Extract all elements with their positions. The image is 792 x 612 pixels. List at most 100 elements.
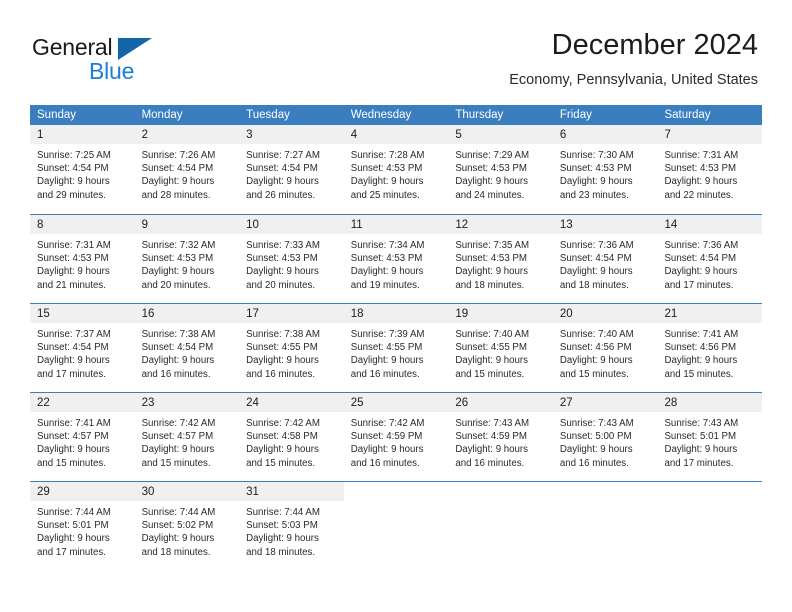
daylight-text-line2: and 18 minutes.: [455, 279, 525, 291]
day-cell[interactable]: 6 Sunrise: 7:30 AM Sunset: 4:53 PM Dayli…: [552, 125, 658, 214]
day-number-band: 31: [239, 482, 344, 501]
weekday-wednesday: Wednesday: [350, 109, 412, 121]
day-cell[interactable]: 26 Sunrise: 7:43 AM Sunset: 4:59 PM Dayl…: [448, 393, 553, 481]
day-cell[interactable]: 19 Sunrise: 7:40 AM Sunset: 4:55 PM Dayl…: [448, 304, 553, 392]
day-info: Sunrise: 7:28 AM Sunset: 4:53 PM Dayligh…: [344, 144, 449, 202]
day-cell[interactable]: 30 Sunrise: 7:44 AM Sunset: 5:02 PM Dayl…: [134, 482, 240, 570]
day-cell[interactable]: 16 Sunrise: 7:38 AM Sunset: 4:54 PM Dayl…: [134, 304, 240, 392]
day-cell[interactable]: 17 Sunrise: 7:38 AM Sunset: 4:55 PM Dayl…: [239, 304, 344, 392]
daylight-text-line1: Daylight: 9 hours: [141, 355, 215, 367]
sunrise-text: Sunrise: 7:25 AM: [37, 150, 111, 161]
sunrise-text: Sunrise: 7:28 AM: [350, 150, 425, 161]
sunrise-text: Sunrise: 7:33 AM: [246, 240, 320, 251]
day-cell[interactable]: 18 Sunrise: 7:39 AM Sunset: 4:55 PM Dayl…: [343, 304, 449, 392]
daylight-text-line2: and 16 minutes.: [350, 457, 420, 469]
daylight-text-line2: and 22 minutes.: [664, 189, 734, 201]
sunset-text: Sunset: 4:53 PM: [455, 163, 527, 175]
day-number-band: [657, 482, 762, 501]
weekday-saturday: Saturday: [664, 109, 711, 121]
day-info: Sunrise: 7:26 AM Sunset: 4:54 PM Dayligh…: [135, 144, 240, 202]
day-number: 31: [246, 486, 259, 498]
day-info: Sunrise: 7:40 AM Sunset: 4:56 PM Dayligh…: [553, 323, 658, 381]
day-number: 14: [664, 219, 678, 231]
daylight-text-line1: Daylight: 9 hours: [559, 444, 633, 456]
day-cell[interactable]: 23 Sunrise: 7:42 AM Sunset: 4:57 PM Dayl…: [134, 393, 240, 481]
sunrise-text: Sunrise: 7:26 AM: [141, 150, 216, 161]
sunset-text: Sunset: 5:00 PM: [559, 431, 632, 443]
general-blue-logo[interactable]: General Blue: [32, 34, 222, 86]
daylight-text-line2: and 15 minutes.: [246, 457, 316, 469]
sunrise-text: Sunrise: 7:29 AM: [455, 150, 530, 161]
daylight-text-line1: Daylight: 9 hours: [455, 176, 529, 188]
day-cell[interactable]: 29 Sunrise: 7:44 AM Sunset: 5:01 PM Dayl…: [30, 482, 135, 570]
day-cell[interactable]: 28 Sunrise: 7:43 AM Sunset: 5:01 PM Dayl…: [657, 393, 763, 481]
daylight-text-line1: Daylight: 9 hours: [664, 176, 738, 188]
daylight-text-line2: and 15 minutes.: [559, 368, 629, 380]
daylight-text-line2: and 15 minutes.: [455, 368, 525, 380]
sunset-text: Sunset: 5:02 PM: [141, 520, 214, 532]
daylight-text-line1: Daylight: 9 hours: [455, 266, 529, 278]
daylight-text-line1: Daylight: 9 hours: [141, 266, 215, 278]
daylight-text-line1: Daylight: 9 hours: [350, 266, 424, 278]
day-cell-empty: [657, 482, 762, 570]
day-cell[interactable]: 9 Sunrise: 7:32 AM Sunset: 4:53 PM Dayli…: [134, 215, 240, 303]
day-cell[interactable]: 11 Sunrise: 7:34 AM Sunset: 4:53 PM Dayl…: [343, 215, 449, 303]
day-cell[interactable]: 15 Sunrise: 7:37 AM Sunset: 4:54 PM Dayl…: [30, 304, 135, 392]
day-cell[interactable]: 2 Sunrise: 7:26 AM Sunset: 4:54 PM Dayli…: [134, 125, 240, 214]
daylight-text-line1: Daylight: 9 hours: [350, 176, 424, 188]
daylight-text-line1: Daylight: 9 hours: [141, 176, 215, 188]
day-info: Sunrise: 7:43 AM Sunset: 5:00 PM Dayligh…: [553, 412, 658, 470]
day-cell[interactable]: 14 Sunrise: 7:36 AM Sunset: 4:54 PM Dayl…: [657, 215, 763, 303]
weekday-friday: Friday: [559, 109, 592, 121]
day-number-band: [344, 482, 449, 501]
daylight-text-line1: Daylight: 9 hours: [455, 355, 529, 367]
day-info: Sunrise: 7:44 AM Sunset: 5:01 PM Dayligh…: [30, 501, 135, 559]
daylight-text-line1: Daylight: 9 hours: [37, 533, 110, 545]
day-cell[interactable]: 20 Sunrise: 7:40 AM Sunset: 4:56 PM Dayl…: [552, 304, 658, 392]
day-number: 18: [350, 308, 364, 320]
day-cell[interactable]: 5 Sunrise: 7:29 AM Sunset: 4:53 PM Dayli…: [448, 125, 553, 214]
day-info: Sunrise: 7:30 AM Sunset: 4:53 PM Dayligh…: [553, 144, 658, 202]
day-cell[interactable]: 21 Sunrise: 7:41 AM Sunset: 4:56 PM Dayl…: [657, 304, 763, 392]
day-cell[interactable]: 10 Sunrise: 7:33 AM Sunset: 4:53 PM Dayl…: [239, 215, 344, 303]
day-number: 3: [246, 129, 253, 141]
day-number: 2: [141, 129, 148, 141]
day-number: 21: [664, 308, 678, 320]
day-cell[interactable]: 31 Sunrise: 7:44 AM Sunset: 5:03 PM Dayl…: [239, 482, 344, 570]
weekday-tuesday: Tuesday: [246, 109, 290, 121]
day-cell[interactable]: 13 Sunrise: 7:36 AM Sunset: 4:54 PM Dayl…: [552, 215, 658, 303]
day-cell[interactable]: 8 Sunrise: 7:31 AM Sunset: 4:53 PM Dayli…: [30, 215, 135, 303]
day-cell[interactable]: 24 Sunrise: 7:42 AM Sunset: 4:58 PM Dayl…: [239, 393, 344, 481]
daylight-text-line2: and 23 minutes.: [559, 189, 629, 201]
day-number: 15: [37, 308, 50, 320]
day-info: Sunrise: 7:32 AM Sunset: 4:53 PM Dayligh…: [135, 234, 240, 292]
daylight-text-line2: and 17 minutes.: [37, 546, 106, 558]
sunrise-text: Sunrise: 7:43 AM: [559, 418, 634, 429]
day-cell[interactable]: 25 Sunrise: 7:42 AM Sunset: 4:59 PM Dayl…: [343, 393, 449, 481]
day-number-band: 4: [343, 125, 449, 144]
daylight-text-line1: Daylight: 9 hours: [664, 444, 738, 456]
day-number: 20: [559, 308, 573, 320]
daylight-text-line2: and 20 minutes.: [246, 279, 316, 291]
day-number: 9: [141, 219, 148, 231]
week-row: 15 Sunrise: 7:37 AM Sunset: 4:54 PM Dayl…: [30, 303, 763, 392]
day-info: Sunrise: 7:37 AM Sunset: 4:54 PM Dayligh…: [30, 323, 135, 381]
day-cell[interactable]: 7 Sunrise: 7:31 AM Sunset: 4:53 PM Dayli…: [657, 125, 763, 214]
day-number-band: 12: [448, 215, 553, 234]
sunset-text: Sunset: 4:57 PM: [37, 431, 109, 443]
day-cell[interactable]: 27 Sunrise: 7:43 AM Sunset: 5:00 PM Dayl…: [552, 393, 658, 481]
day-cell[interactable]: 22 Sunrise: 7:41 AM Sunset: 4:57 PM Dayl…: [30, 393, 135, 481]
sunset-text: Sunset: 4:53 PM: [664, 163, 737, 175]
sunrise-text: Sunrise: 7:38 AM: [141, 329, 216, 340]
weekday-thursday: Thursday: [455, 109, 504, 121]
day-cell[interactable]: 12 Sunrise: 7:35 AM Sunset: 4:53 PM Dayl…: [448, 215, 553, 303]
day-number: 8: [37, 219, 44, 231]
day-cell[interactable]: 4 Sunrise: 7:28 AM Sunset: 4:53 PM Dayli…: [343, 125, 449, 214]
day-cell[interactable]: 3 Sunrise: 7:27 AM Sunset: 4:54 PM Dayli…: [239, 125, 344, 214]
day-number: 27: [559, 397, 573, 409]
day-number: 19: [455, 308, 469, 320]
sunset-text: Sunset: 4:59 PM: [350, 431, 423, 443]
day-cell[interactable]: 1 Sunrise: 7:25 AM Sunset: 4:54 PM Dayli…: [30, 125, 135, 214]
daylight-text-line1: Daylight: 9 hours: [246, 533, 319, 545]
day-info: Sunrise: 7:44 AM Sunset: 5:03 PM Dayligh…: [239, 501, 344, 559]
